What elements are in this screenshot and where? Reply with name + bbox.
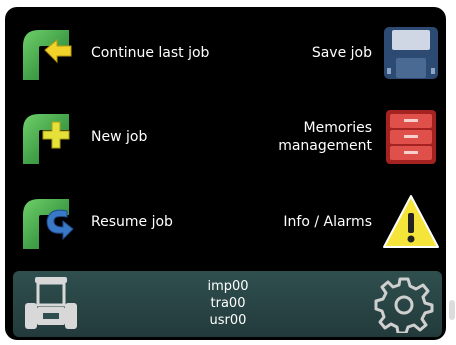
tractor-icon[interactable] [21, 273, 81, 335]
save-job-button[interactable]: Save job [245, 23, 440, 83]
gear-icon[interactable] [374, 277, 434, 333]
new-job-button[interactable]: New job [19, 107, 239, 167]
memories-management-button[interactable]: Memories management [245, 107, 440, 167]
info-alarms-label: Info / Alarms [283, 214, 372, 230]
status-bar[interactable]: imp00 tra00 usr00 [13, 271, 442, 337]
implement-id: imp00 [207, 279, 249, 294]
memories-management-label: Memories management [278, 120, 372, 154]
continue-last-job-button[interactable]: Continue last job [19, 23, 239, 83]
new-job-label: New job [91, 129, 148, 145]
new-job-icon [23, 114, 70, 164]
info-alarms-button[interactable]: Info / Alarms [245, 192, 440, 252]
warning-icon [383, 195, 439, 248]
resume-job-button[interactable]: Resume job [19, 192, 239, 252]
user-id: usr00 [209, 313, 247, 328]
save-job-label: Save job [311, 45, 372, 61]
memory-drawers-icon [386, 110, 436, 164]
floppy-disk-icon [384, 27, 438, 79]
resume-job-icon [23, 199, 74, 249]
continue-last-job-label: Continue last job [91, 45, 210, 61]
status-info: imp00 tra00 usr00 [163, 278, 293, 329]
terminal-screen: Continue last job New job Resume job Sav… [5, 7, 446, 340]
continue-job-icon [23, 30, 72, 80]
side-handle [449, 300, 455, 320]
resume-job-label: Resume job [91, 214, 173, 230]
tractor-id: tra00 [210, 296, 246, 311]
